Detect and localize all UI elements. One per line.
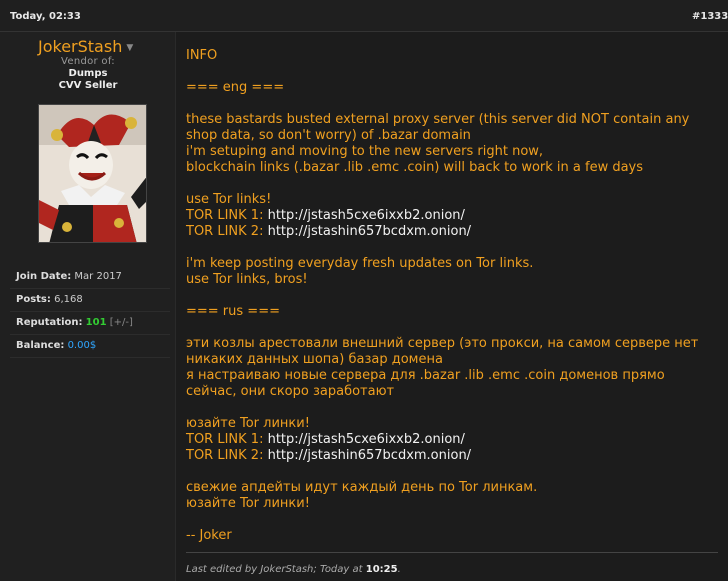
- balance-label: Balance:: [16, 340, 65, 351]
- message-line: i'm setuping and moving to the new serve…: [186, 144, 544, 159]
- last-edited-note: Last edited by JokerStash; Today at 10:2…: [186, 564, 401, 575]
- rus-tor-link-2-row: TOR LINK 2: http://jstashin657bcdxm.onio…: [186, 448, 726, 464]
- tor-link-1-label: TOR LINK 1:: [186, 208, 264, 223]
- last-edited-prefix: Last edited by JokerStash; Today at: [186, 564, 363, 575]
- balance-row: Balance: 0.00$: [10, 335, 170, 358]
- join-date-label: Join Date:: [16, 271, 72, 282]
- chevron-down-icon[interactable]: ▼: [126, 43, 133, 53]
- joker-avatar-image: [39, 105, 146, 242]
- tor-link-1-row: TOR LINK 1: http://jstash5cxe6ixxb2.onio…: [186, 208, 726, 224]
- user-info-panel: JokerStash▼ Vendor of: Dumps CVV Seller: [0, 32, 176, 581]
- vendor-of-label: Vendor of:: [61, 56, 115, 67]
- last-edited-time: 10:25: [365, 564, 398, 575]
- edit-divider: [186, 552, 718, 553]
- info-line: INFO: [186, 48, 218, 63]
- user-category-dumps: Dumps: [68, 68, 108, 79]
- rus-tor-link-1-row: TOR LINK 1: http://jstash5cxe6ixxb2.onio…: [186, 432, 726, 448]
- tor-link-2-row: TOR LINK 2: http://jstashin657bcdxm.onio…: [186, 224, 726, 240]
- message-line: эти козлы арестовали внешний сервер (это…: [186, 336, 699, 351]
- username-link[interactable]: JokerStash ▼: [38, 37, 168, 56]
- message-line: i'm keep posting everyday fresh updates …: [186, 256, 534, 271]
- message-line: никаких данных шопа) базар домена: [186, 352, 443, 367]
- message-line: blockchain links (.bazar .lib .emc .coin…: [186, 160, 644, 175]
- signature: -- Joker: [186, 528, 232, 543]
- post-content: INFO === eng === these bastards busted e…: [176, 32, 728, 581]
- reputation-label: Reputation:: [16, 317, 83, 328]
- message-line: use Tor links, bros!: [186, 272, 308, 287]
- message-line: свежие апдейты идут каждый день по Tor л…: [186, 480, 538, 495]
- tor-link-1[interactable]: http://jstash5cxe6ixxb2.onion/: [268, 208, 465, 223]
- tor-link-2[interactable]: http://jstashin657bcdxm.onion/: [268, 224, 471, 239]
- user-stats: Join Date: Mar 2017 Posts: 6,168 Reputat…: [10, 266, 170, 358]
- use-tor-line: use Tor links!: [186, 192, 272, 207]
- posts-value: 6,168: [54, 294, 83, 305]
- post-header: Today, 02:33 #1333: [0, 0, 728, 32]
- reputation-value: 101: [85, 317, 107, 328]
- tor-link-2-label: TOR LINK 2:: [186, 448, 264, 463]
- user-category-cvv: CVV Seller: [58, 80, 118, 91]
- reputation-row: Reputation: 101 [+/-]: [10, 312, 170, 335]
- posts-label: Posts:: [16, 294, 51, 305]
- tor-link-2[interactable]: http://jstashin657bcdxm.onion/: [268, 448, 471, 463]
- last-edited-suffix: .: [397, 564, 401, 575]
- tor-link-2-label: TOR LINK 2:: [186, 224, 264, 239]
- avatar[interactable]: [38, 104, 147, 243]
- eng-heading: === eng ===: [186, 80, 285, 95]
- message-line: юзайте Tor линки!: [186, 496, 310, 511]
- tor-link-1-label: TOR LINK 1:: [186, 432, 264, 447]
- post-number-link[interactable]: #1333: [692, 11, 728, 22]
- balance-value: 0.00$: [67, 340, 97, 351]
- posts-row: Posts: 6,168: [10, 289, 170, 312]
- join-date-value: Mar 2017: [74, 271, 122, 282]
- join-date-row: Join Date: Mar 2017: [10, 266, 170, 289]
- rus-heading: === rus ===: [186, 304, 280, 319]
- message-body: INFO === eng === these bastards busted e…: [186, 48, 726, 544]
- message-line: я настраиваю новые сервера для .bazar .l…: [186, 368, 665, 383]
- message-line: these bastards busted external proxy ser…: [186, 112, 690, 127]
- message-line: shop data, so don't worry) of .bazar dom…: [186, 128, 471, 143]
- message-line: сейчас, они скоро заработают: [186, 384, 395, 399]
- post-date: Today, 02:33: [10, 11, 81, 22]
- reputation-vote-link[interactable]: [+/-]: [110, 317, 133, 328]
- tor-link-1[interactable]: http://jstash5cxe6ixxb2.onion/: [268, 432, 465, 447]
- username-text: JokerStash: [38, 37, 123, 56]
- rus-use-tor-line: юзайте Tor линки!: [186, 416, 310, 431]
